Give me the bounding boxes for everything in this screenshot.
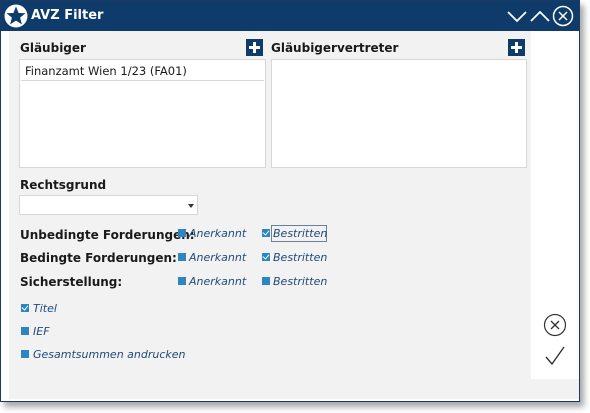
unbedingte-anerkannt-checkbox[interactable]	[178, 229, 186, 237]
confirm-icon[interactable]	[543, 344, 567, 368]
glaeubigervertreter-list[interactable]	[271, 59, 527, 168]
avz-filter-dialog: AVZ Filter Gläubiger Finanzamt Wien 1/23…	[0, 0, 580, 402]
filter-panel: Gläubiger Finanzamt Wien 1/23 (FA01) Glä…	[9, 31, 531, 399]
titel-label[interactable]: Titel	[33, 302, 57, 315]
sicherstellung-label: Sicherstellung:	[20, 275, 123, 289]
window-title: AVZ Filter	[31, 8, 104, 23]
gesamtsummen-label[interactable]: Gesamtsummen andrucken	[33, 348, 186, 361]
collapse-icon[interactable]	[505, 4, 529, 28]
cancel-icon[interactable]	[543, 313, 567, 337]
unbedingte-anerkannt-label[interactable]: Anerkannt	[189, 227, 246, 240]
gesamtsummen-checkbox[interactable]	[21, 350, 29, 358]
sicherstellung-bestritten-label[interactable]: Bestritten	[273, 275, 327, 288]
chevron-down-icon[interactable]	[188, 204, 194, 208]
sicherstellung-anerkannt-label[interactable]: Anerkannt	[189, 275, 246, 288]
action-pane-footer	[531, 379, 579, 399]
list-item[interactable]: Finanzamt Wien 1/23 (FA01)	[21, 61, 264, 81]
sicherstellung-anerkannt-checkbox[interactable]	[178, 277, 186, 285]
title-bar: AVZ Filter	[1, 1, 579, 31]
bedingte-anerkannt-checkbox[interactable]	[178, 253, 186, 261]
expand-icon[interactable]	[528, 4, 552, 28]
titel-checkbox[interactable]	[21, 304, 29, 312]
unbedingte-bestritten-label[interactable]: Bestritten	[273, 227, 327, 240]
add-glaeubiger-button[interactable]	[246, 39, 263, 56]
star-icon	[4, 4, 28, 28]
add-glaeubigervertreter-button[interactable]	[508, 39, 525, 56]
glaeubiger-label: Gläubiger	[20, 41, 86, 55]
ief-checkbox[interactable]	[21, 327, 29, 335]
rechtsgrund-label: Rechtsgrund	[20, 178, 107, 192]
unbedingte-forderungen-label: Unbedingte Forderungen:	[20, 228, 195, 242]
bedingte-anerkannt-label[interactable]: Anerkannt	[189, 251, 246, 264]
bedingte-forderungen-label: Bedingte Forderungen:	[20, 251, 177, 265]
rechtsgrund-select[interactable]	[19, 195, 198, 215]
bedingte-bestritten-checkbox[interactable]	[262, 253, 270, 261]
glaeubiger-list[interactable]: Finanzamt Wien 1/23 (FA01)	[19, 59, 266, 168]
close-icon[interactable]	[551, 4, 575, 28]
bedingte-bestritten-label[interactable]: Bestritten	[273, 251, 327, 264]
action-pane	[531, 31, 579, 379]
unbedingte-bestritten-checkbox[interactable]	[262, 229, 270, 237]
glaeubigervertreter-label: Gläubigervertreter	[271, 41, 399, 55]
sicherstellung-bestritten-checkbox[interactable]	[262, 277, 270, 285]
ief-label[interactable]: IEF	[33, 325, 50, 338]
